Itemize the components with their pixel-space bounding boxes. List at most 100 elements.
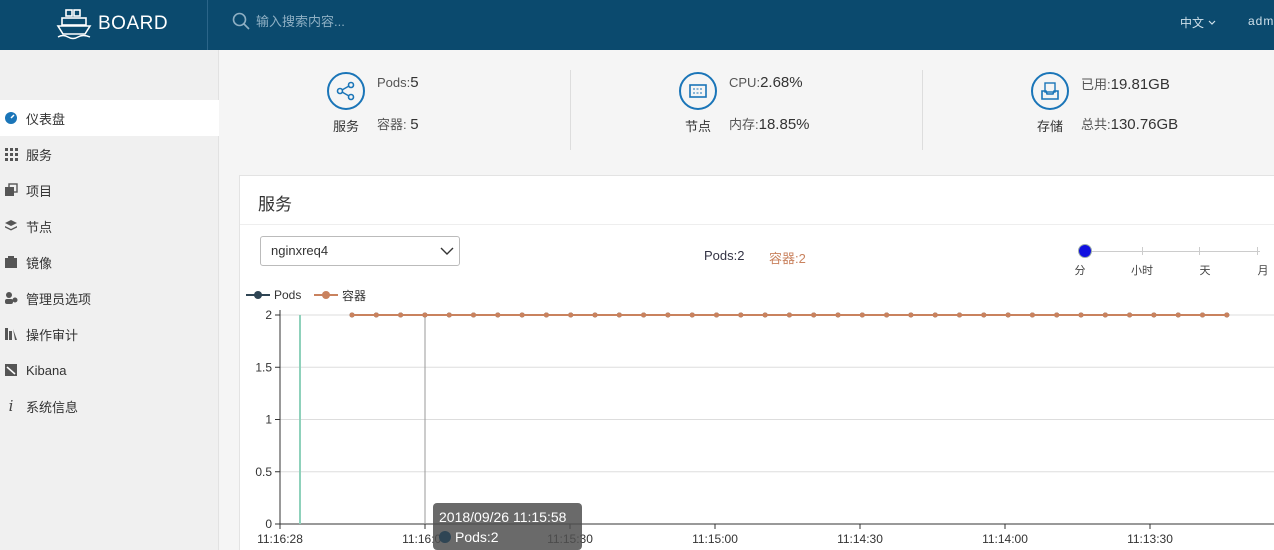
x-tick-label: 11:14:00	[982, 532, 1028, 546]
y-tick-label: 1	[265, 413, 272, 427]
info-icon: i	[8, 397, 14, 415]
containers-data-point	[641, 312, 647, 318]
kibana-icon	[4, 363, 18, 377]
x-tick-label: 11:14:30	[837, 532, 883, 546]
sidebar-item-label: 镜像	[26, 255, 53, 271]
sidebar-item-admin-options[interactable]: 管理员选项	[0, 280, 219, 316]
containers-data-point	[1175, 312, 1181, 318]
containers-stat: 容器: 5	[377, 116, 419, 133]
scale-month[interactable]: 月	[1258, 262, 1269, 278]
x-tick-label: 11:13:30	[1127, 532, 1173, 546]
containers-data-point	[1224, 312, 1230, 318]
search-icon	[232, 12, 250, 30]
x-tick-label: 11:15:00	[692, 532, 738, 546]
storage-icon	[1031, 72, 1069, 110]
share-icon	[327, 72, 365, 110]
memory-stat: 内存:18.85%	[729, 116, 810, 133]
slider-tick	[1142, 247, 1143, 255]
sidebar-item-system-info[interactable]: i 系统信息	[0, 388, 219, 424]
containers-data-point	[1005, 312, 1011, 318]
containers-data-point	[495, 312, 501, 318]
containers-data-point	[373, 312, 379, 318]
language-selector[interactable]: 中文	[1180, 14, 1216, 31]
sidebar-item-kibana[interactable]: Kibana	[0, 352, 219, 388]
sidebar-item-services[interactable]: 服务	[0, 136, 219, 172]
stat-storage: 存储 已用:19.81GB 总共:130.76GB	[1031, 70, 1211, 150]
project-icon	[4, 183, 18, 197]
containers-data-point	[714, 312, 719, 318]
slider-knob[interactable]	[1078, 244, 1092, 258]
sidebar-item-dashboard[interactable]: 仪表盘	[0, 100, 219, 136]
slider-track	[1085, 251, 1260, 252]
search-box[interactable]	[232, 12, 556, 30]
sidebar-item-images[interactable]: 镜像	[0, 244, 219, 280]
containers-data-point	[471, 312, 476, 318]
containers-data-point	[616, 312, 622, 318]
containers-data-point	[835, 312, 841, 318]
sidebar-item-projects[interactable]: 项目	[0, 172, 219, 208]
time-scale-slider[interactable]: 分 小时 天 月	[1075, 244, 1269, 284]
user-menu[interactable]: admin	[1248, 14, 1274, 28]
y-tick-label: 0	[265, 517, 272, 531]
image-icon	[4, 255, 18, 269]
containers-data-point	[811, 312, 817, 318]
y-tick-label: 1.5	[255, 360, 272, 374]
containers-data-point	[981, 312, 987, 318]
containers-data-point	[884, 312, 890, 318]
x-tick-label: 11:16:28	[257, 532, 303, 546]
sidebar-item-label: 服务	[26, 147, 53, 163]
search-input[interactable]	[256, 13, 556, 29]
server-icon	[679, 72, 717, 110]
chart-tooltip: 2018/09/26 11:15:58 Pods:2	[433, 503, 582, 550]
containers-data-point	[859, 312, 865, 318]
scale-day[interactable]: 天	[1200, 262, 1211, 278]
y-tick-label: 0.5	[255, 465, 272, 479]
pods-stat: Pods:5	[377, 74, 419, 91]
containers-data-point	[519, 312, 525, 318]
containers-data-point	[1200, 312, 1205, 318]
layers-icon	[4, 219, 18, 233]
pods-summary: Pods:2	[704, 248, 745, 263]
containers-data-point	[762, 312, 768, 318]
containers-data-point	[1054, 312, 1060, 318]
logo-text: BOARD	[98, 13, 169, 34]
audit-icon	[4, 327, 18, 341]
stat-nodes: 节点 CPU:2.68% 内存:18.85%	[679, 70, 839, 150]
containers-data-point	[1078, 312, 1084, 318]
cpu-stat: CPU:2.68%	[729, 74, 803, 91]
card-title: 服务	[258, 195, 292, 214]
sidebar-item-audit[interactable]: 操作审计	[0, 316, 219, 352]
stat-divider	[570, 70, 571, 150]
service-select[interactable]: nginxreq4	[260, 236, 460, 266]
sidebar-item-label: 管理员选项	[26, 291, 92, 307]
containers-data-point	[665, 312, 671, 318]
sidebar-item-label: 系统信息	[26, 399, 79, 415]
language-label: 中文	[1180, 16, 1205, 30]
y-tick-label: 2	[265, 308, 272, 322]
total-storage-stat: 总共:130.76GB	[1081, 116, 1179, 133]
grid-icon	[4, 147, 18, 161]
containers-data-point	[543, 312, 549, 318]
containers-summary: 容器:2	[769, 251, 806, 266]
slider-tick	[1257, 247, 1258, 255]
containers-data-point	[689, 312, 695, 318]
users-icon	[4, 291, 18, 305]
scale-hour[interactable]: 小时	[1131, 262, 1153, 278]
slider-tick	[1199, 247, 1200, 255]
containers-data-point	[568, 312, 574, 318]
stat-services: 服务 Pods:5 容器: 5	[327, 70, 467, 150]
scale-minute[interactable]: 分	[1075, 262, 1086, 278]
containers-data-point	[957, 312, 962, 318]
containers-data-point	[349, 312, 355, 318]
sidebar-item-label: 操作审计	[26, 327, 79, 343]
tooltip-pods: Pods:2	[455, 529, 499, 545]
sidebar-nav: 仪表盘 服务 项目 节点 镜像 管理员选项 操作审计 Kibana i 系统信息	[0, 100, 219, 424]
service-chart[interactable]: 00.511.5211:16:2811:16:0011:15:3011:15:0…	[240, 300, 1274, 550]
stat-label: 存储	[1036, 119, 1063, 134]
containers-data-point	[786, 312, 792, 318]
sidebar-item-label: Kibana	[26, 362, 67, 378]
board-logo[interactable]: BOARD	[56, 6, 168, 42]
sidebar-item-nodes[interactable]: 节点	[0, 208, 219, 244]
containers-data-point	[1029, 312, 1035, 318]
header-divider	[207, 0, 208, 50]
